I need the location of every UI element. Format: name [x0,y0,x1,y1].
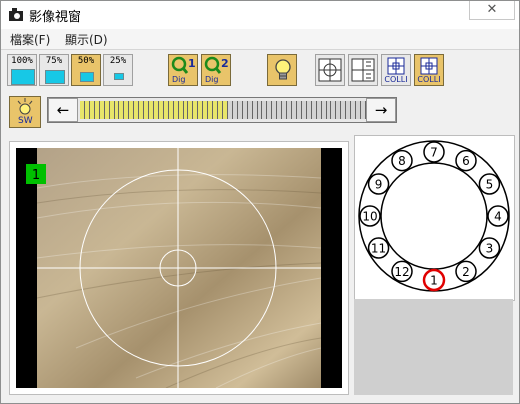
zoom-100-button[interactable]: 100% [7,54,37,86]
zoom-100-fill [11,69,35,85]
control-row: SW ← → [1,93,519,135]
zoom-25-label: 25% [109,56,127,66]
colli-button-1[interactable]: COLLI [381,54,411,86]
zoom-75-fill [45,70,65,84]
zoom-50-fill [80,72,94,82]
colli-button-2[interactable]: COLLI [414,54,444,86]
position-4-label: 4 [494,210,502,224]
zoom-50-button[interactable]: 50% [71,54,101,86]
position-11-label: 11 [371,242,386,256]
position-10-label: 10 [362,210,377,224]
crosshair-icon [318,58,342,82]
scale-button[interactable] [348,54,378,86]
position-8-label: 8 [398,154,406,168]
dig1-number: 1 [188,57,196,70]
scroll-right-button[interactable]: → [366,98,396,122]
colli-label-1: COLLI [384,75,408,84]
zoom-75-button[interactable]: 75% [39,54,69,86]
toolbar: 100% 75% 50% 25% 1 Dig 2 Dig COLLI COLLI [1,50,519,91]
camera-view[interactable]: 1 [16,148,342,389]
dig1-sub: Dig [172,75,186,84]
scroll-left-button[interactable]: ← [48,98,78,122]
scroll-track[interactable] [80,101,366,119]
position-2-label: 2 [462,265,470,279]
menu-file[interactable]: 檔案(F) [10,31,50,48]
collimator-icon [387,57,405,75]
menu-view[interactable]: 顯示(D) [65,31,108,48]
camera-app-icon [9,8,23,21]
lamp-icon [17,98,33,115]
close-button[interactable]: ✕ [469,1,515,20]
light-level-scrollbar[interactable]: ← → [47,97,397,123]
sw-label: SW [18,116,33,126]
position-9-label: 9 [375,178,383,192]
right-black-border [321,148,342,388]
position-map-frame: 1 2 3 4 5 6 7 8 9 10 11 12 [354,135,515,301]
camera-view-frame: 1 [9,141,349,395]
position-7-label: 7 [430,146,438,160]
position-1-label: 1 [430,274,438,288]
window-title: 影像視窗 [29,10,82,25]
zoom-75-label: 75% [45,56,63,66]
dig2-number: 2 [221,57,229,70]
light-button[interactable] [267,54,297,86]
position-map: 123456789101112 [357,139,511,293]
sw-button[interactable]: SW [9,96,41,128]
zoom-50-label: 50% [77,56,95,66]
menu-bar: 檔案(F) 顯示(D) [1,29,519,50]
position-3-label: 3 [486,242,494,256]
position-5-label: 5 [486,178,494,192]
colli-label-2: COLLI [417,75,441,84]
zoom-25-button[interactable]: 25% [103,54,133,86]
crosshair-button[interactable] [315,54,345,86]
dig2-sub: Dig [205,75,219,84]
dig1-button[interactable]: 1 Dig [168,54,198,86]
title-bar: 影像視窗 ✕ [1,1,519,29]
position-6-label: 6 [462,154,470,168]
image-window: 影像視窗 ✕ 檔案(F) 顯示(D) 100% 75% 50% 25% 1 Di… [0,0,520,404]
camera-badge-text: 1 [32,168,40,183]
zoom-100-label: 100% [11,56,33,66]
lightbulb-icon [275,59,291,80]
position-12-label: 12 [394,265,409,279]
zoom-25-fill [114,73,124,80]
ruler-icon [351,58,375,82]
dig2-button[interactable]: 2 Dig [201,54,231,86]
info-panel [354,299,513,395]
camera-image: 1 [16,148,342,389]
collimator-icon [420,57,438,75]
